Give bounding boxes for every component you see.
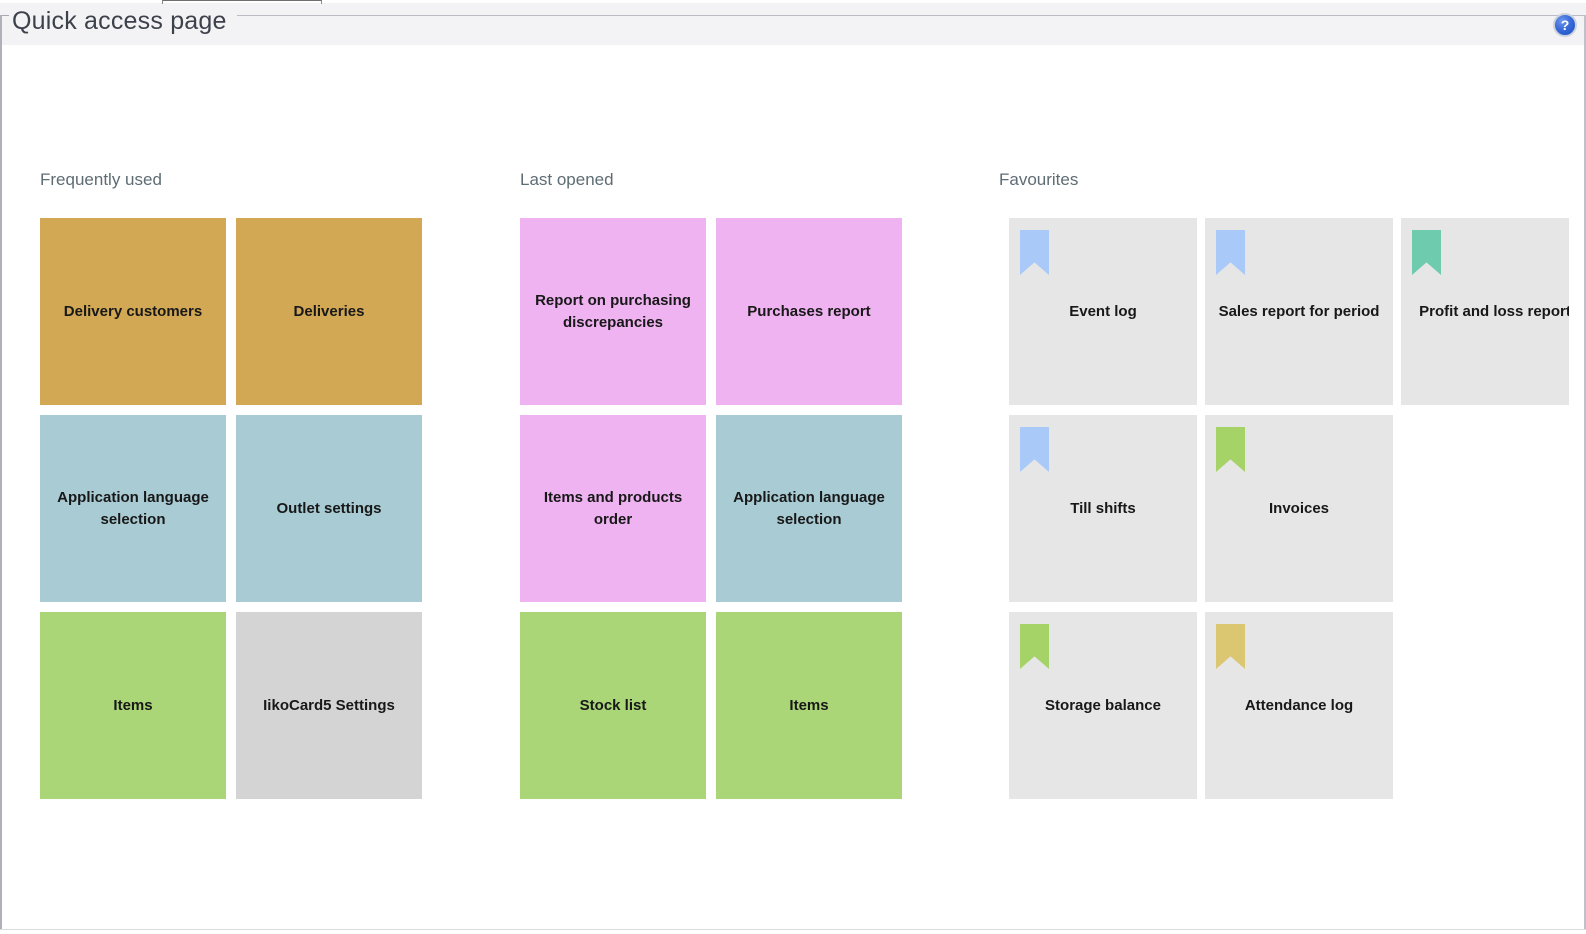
tile-label: Report on purchasing discrepancies [534,290,692,334]
bookmark-icon [1412,230,1441,275]
groupbox-border [237,15,1585,16]
bookmark-icon [1216,427,1245,472]
tile-label: Sales report for period [1219,301,1380,323]
tab-edge-line [162,0,322,4]
section-header-last-opened: Last opened [520,170,614,190]
tile-label: Invoices [1269,498,1329,520]
tile-row: Report on purchasing discrepancies Purch… [520,218,902,405]
bookmark-icon [1020,427,1049,472]
tile-label: Purchases report [747,301,870,323]
bookmark-icon [1020,624,1049,669]
tile-label: Till shifts [1070,498,1136,520]
tile-label: Application language selection [54,487,212,531]
groupbox-border [0,15,2,929]
tile-iikocard5-settings[interactable]: IikoCard5 Settings [236,612,422,799]
tile-label: Items and products order [534,487,692,531]
tile-items[interactable]: Items [40,612,226,799]
tile-attendance-log[interactable]: Attendance log [1205,612,1393,799]
tile-label: Deliveries [294,301,365,323]
tile-row: Stock list Items [520,612,902,799]
tile-application-language-selection[interactable]: Application language selection [716,415,902,602]
tile-label: Profit and loss report [1419,301,1569,323]
tile-row: Application language selection Outlet se… [40,415,422,602]
tile-items-and-products-order[interactable]: Items and products order [520,415,706,602]
tile-row: Items IikoCard5 Settings [40,612,422,799]
tile-label: Application language selection [730,487,888,531]
tile-event-log[interactable]: Event log [1009,218,1197,405]
tile-row: Till shifts Invoices [1009,415,1569,602]
tile-items[interactable]: Items [716,612,902,799]
tile-storage-balance[interactable]: Storage balance [1009,612,1197,799]
tile-deliveries[interactable]: Deliveries [236,218,422,405]
tile-profit-and-loss-report[interactable]: Profit and loss report [1401,218,1569,405]
last-opened-grid: Report on purchasing discrepancies Purch… [520,218,902,809]
tile-label: Attendance log [1245,695,1353,717]
tile-delivery-customers[interactable]: Delivery customers [40,218,226,405]
tile-label: Stock list [580,695,647,717]
tile-label: Items [113,695,152,717]
tile-till-shifts[interactable]: Till shifts [1009,415,1197,602]
tile-outlet-settings[interactable]: Outlet settings [236,415,422,602]
tile-label: Event log [1069,301,1137,323]
bookmark-icon [1020,230,1049,275]
tile-application-language-selection[interactable]: Application language selection [40,415,226,602]
page-title: Quick access page [12,7,227,36]
tile-label: Delivery customers [64,301,202,323]
tile-label: Items [789,695,828,717]
groupbox-border [0,929,1586,930]
bookmark-icon [1216,624,1245,669]
tile-row: Storage balance Attendance log [1009,612,1569,799]
tile-label: Storage balance [1045,695,1161,717]
help-icon[interactable]: ? [1553,13,1577,37]
tile-purchases-report[interactable]: Purchases report [716,218,902,405]
tile-row: Event log Sales report for period Profit… [1009,218,1569,405]
tile-sales-report-for-period[interactable]: Sales report for period [1205,218,1393,405]
section-header-favourites: Favourites [999,170,1078,190]
tile-report-on-purchasing-discrepancies[interactable]: Report on purchasing discrepancies [520,218,706,405]
tile-label: Outlet settings [276,498,381,520]
bookmark-icon [1216,230,1245,275]
tile-label: IikoCard5 Settings [263,695,395,717]
tile-stock-list[interactable]: Stock list [520,612,706,799]
favourites-grid: Event log Sales report for period Profit… [1009,218,1569,809]
groupbox-header-strip [0,3,1586,45]
frequently-used-grid: Delivery customers Deliveries Applicatio… [40,218,422,809]
section-header-frequently-used: Frequently used [40,170,162,190]
tile-row: Items and products order Application lan… [520,415,902,602]
tile-row: Delivery customers Deliveries [40,218,422,405]
tile-invoices[interactable]: Invoices [1205,415,1393,602]
